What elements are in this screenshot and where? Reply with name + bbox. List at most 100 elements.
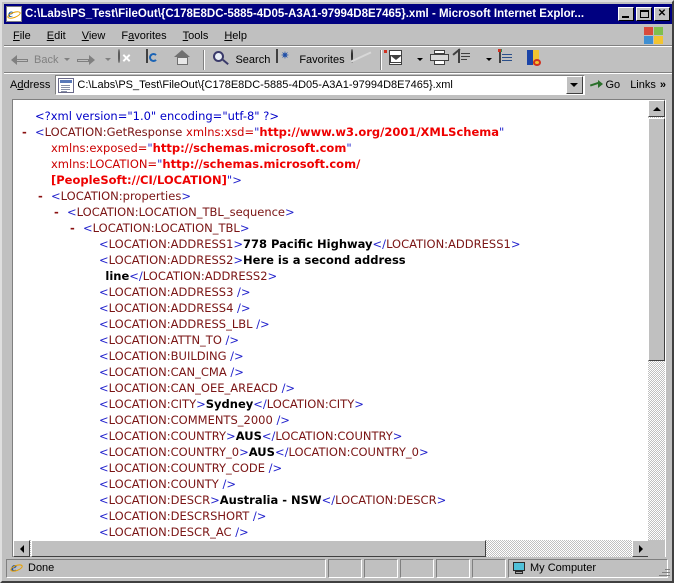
xml-line: <LOCATION:COUNTY /> <box>13 476 649 492</box>
links-button[interactable]: Links » <box>626 79 672 91</box>
collapse-toggle-icon[interactable]: - <box>38 188 43 204</box>
scroll-left-button[interactable] <box>13 540 30 557</box>
mail-dropdown-icon[interactable] <box>416 58 423 61</box>
toolbar: Back Search ✷ Favorites <box>4 46 672 73</box>
back-button[interactable]: Back <box>8 49 61 71</box>
xml-tag: LOCATION:ADDRESS1 <box>386 237 511 251</box>
xml-br: > <box>226 429 236 443</box>
xml-file-icon <box>58 77 75 93</box>
close-button[interactable]: ✕ <box>654 7 670 21</box>
xml-tag: LOCATION:ADDRESS4 <box>108 301 234 315</box>
horizontal-scrollbar[interactable] <box>13 540 649 557</box>
xml-line: <LOCATION:ADDRESS3 /> <box>13 284 649 300</box>
back-dropdown-icon[interactable] <box>64 58 71 61</box>
scroll-right-button[interactable] <box>632 540 649 557</box>
edit-dropdown-icon[interactable] <box>485 58 492 61</box>
vertical-scrollbar[interactable] <box>648 100 665 557</box>
address-label: Address <box>10 79 51 91</box>
xml-line: <LOCATION:COMMENTS_2000 /> <box>13 412 649 428</box>
xml-aval: http://www.w3.org/2001/XMLSchema <box>259 125 500 139</box>
status-message: Done <box>28 562 55 574</box>
xml-br: /> <box>237 301 251 315</box>
xml-line: [PeopleSoft://CI/LOCATION]"> <box>13 172 649 188</box>
xml-attr: xmlns:exposed= <box>51 141 148 155</box>
computer-icon <box>512 561 526 575</box>
address-input[interactable]: C:\Labs\PS_Test\FileOut\{C178E8DC-5885-4… <box>55 75 585 95</box>
home-button[interactable] <box>171 49 199 71</box>
xml-line: xmlns:LOCATION="http://schemas.microsoft… <box>13 156 649 172</box>
document-icon <box>497 48 519 70</box>
xml-br: < <box>99 493 109 507</box>
history-button[interactable] <box>348 48 376 71</box>
xml-val: Australia - NSW <box>219 493 322 507</box>
menu-item-edit[interactable]: Edit <box>40 28 73 44</box>
status-message-panel: e Done <box>6 558 326 578</box>
xml-val: Here is a second address <box>243 253 406 267</box>
xml-br: /> <box>281 381 296 395</box>
menu-item-file[interactable]: File <box>6 28 38 44</box>
edit-icon <box>451 47 478 70</box>
security-zone-panel: My Computer <box>508 558 668 578</box>
status-panel-1 <box>328 558 362 578</box>
menu-item-help[interactable]: Help <box>217 28 254 44</box>
stop-button[interactable] <box>115 48 143 71</box>
favorites-button[interactable]: ✷ Favorites <box>273 48 347 71</box>
xml-br: < <box>35 125 45 139</box>
collapse-toggle-icon[interactable]: - <box>54 204 59 220</box>
favorites-icon: ✷ <box>276 48 296 70</box>
xml-br: < <box>99 461 109 475</box>
forward-button[interactable] <box>74 49 102 71</box>
forward-dropdown-icon[interactable] <box>105 58 112 61</box>
go-button[interactable]: Go <box>585 79 627 91</box>
xml-line: <LOCATION:CAN_OEE_AREACD /> <box>13 380 649 396</box>
xml-br: > <box>232 173 242 187</box>
mail-button[interactable] <box>383 49 414 71</box>
discuss-button[interactable] <box>496 48 524 71</box>
chevron-right-icon[interactable]: » <box>660 79 666 91</box>
collapse-toggle-icon[interactable]: - <box>22 124 27 140</box>
minimize-button[interactable] <box>618 7 634 21</box>
refresh-button[interactable] <box>143 48 171 71</box>
title-bar: e C:\Labs\PS_Test\FileOut\{C178E8DC-5885… <box>4 4 672 24</box>
menu-item-favorites[interactable]: Favorites <box>114 28 173 44</box>
xml-tag: LOCATION:GetResponse <box>44 125 183 139</box>
xml-line: line</LOCATION:ADDRESS2> <box>13 268 649 284</box>
xml-aval: http://schemas.microsoft.com/ <box>162 157 361 171</box>
collapse-toggle-icon[interactable]: - <box>70 220 75 236</box>
xml-br: > <box>181 189 191 203</box>
xml-line: <LOCATION:DESCR_AC /> <box>13 524 649 540</box>
vertical-scroll-thumb[interactable] <box>648 118 665 361</box>
xml-tag: LOCATION:DESCR <box>108 493 211 507</box>
xml-br: > <box>210 493 220 507</box>
resize-grip[interactable] <box>656 564 670 578</box>
status-panel-4 <box>436 558 470 578</box>
edit-button[interactable] <box>451 47 483 71</box>
xml-br: < <box>99 317 109 331</box>
xml-val: AUS <box>248 445 275 459</box>
xml-line: <LOCATION:ADDRESS4 /> <box>13 300 649 316</box>
menu-item-tools[interactable]: Tools <box>176 28 216 44</box>
xml-br: /> <box>235 525 249 539</box>
messenger-icon <box>526 49 547 70</box>
xml-br: </ <box>129 269 143 283</box>
xml-br: < <box>99 301 109 315</box>
print-button[interactable] <box>427 49 455 71</box>
address-value: C:\Labs\PS_Test\FileOut\{C178E8DC-5885-4… <box>77 79 453 91</box>
xml-tag: LOCATION:ADDRESS2 <box>142 269 268 283</box>
maximize-button[interactable] <box>636 7 652 21</box>
search-button[interactable]: Search <box>209 49 273 71</box>
xml-attr: xmlns:LOCATION= <box>51 157 158 171</box>
horizontal-scroll-thumb[interactable] <box>31 540 486 557</box>
toolbar-separator-2 <box>379 49 382 70</box>
xml-tag: LOCATION:LOCATION_TBL_sequence <box>76 205 285 219</box>
research-button[interactable] <box>524 49 552 71</box>
status-panel-5 <box>472 558 506 578</box>
menu-item-view[interactable]: View <box>75 28 113 44</box>
xml-tag: LOCATION:ADDRESS2 <box>108 253 234 267</box>
scroll-up-button[interactable] <box>648 100 665 117</box>
xml-br: > <box>418 445 429 459</box>
xml-line: <LOCATION:CITY>Sydney</LOCATION:CITY> <box>13 396 649 412</box>
address-dropdown-button[interactable] <box>565 76 583 94</box>
xml-br: < <box>51 189 61 203</box>
scrollbar-corner <box>648 540 665 557</box>
